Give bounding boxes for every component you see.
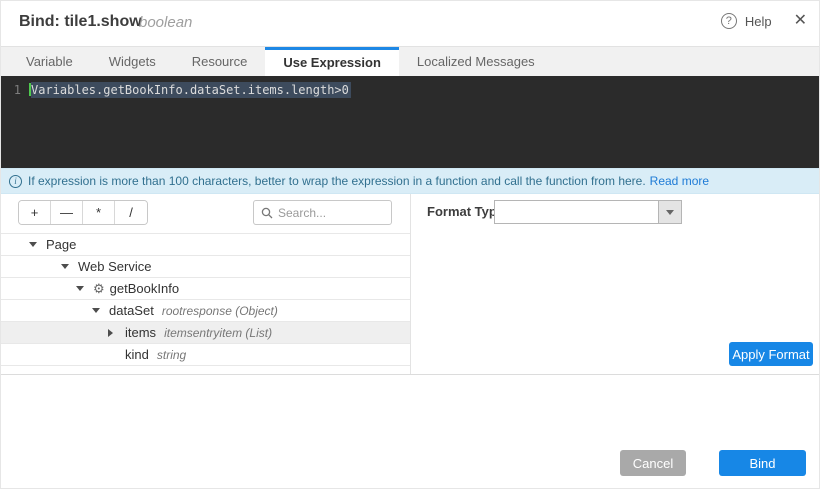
- operator-minus-button[interactable]: —: [51, 201, 83, 224]
- tree-node-label: dataSet: [109, 303, 154, 318]
- operator-button-group: +—*/: [18, 200, 148, 225]
- tree-node-label: kind: [125, 347, 149, 362]
- line-number: 1: [1, 83, 29, 97]
- bind-dialog: Bind: tile1.show boolean ? Help ✕ Variab…: [0, 0, 820, 489]
- tab-use-expression[interactable]: Use Expression: [265, 47, 399, 76]
- tree-node-type: itemsentryitem (List): [164, 326, 272, 340]
- operator-divide-button[interactable]: /: [115, 201, 147, 224]
- read-more-link[interactable]: Read more: [650, 174, 709, 188]
- tree-node-items[interactable]: items itemsentryitem (List): [1, 322, 410, 344]
- search-box: [253, 200, 392, 225]
- tab-variable[interactable]: Variable: [8, 47, 91, 76]
- close-icon[interactable]: ✕: [794, 13, 807, 29]
- format-type-selected-value: [495, 201, 658, 223]
- expand-arrow-icon[interactable]: [76, 286, 93, 291]
- expression-toolbar: +—*/: [1, 200, 410, 226]
- format-panel: Format Type Apply Format: [410, 194, 820, 374]
- variables-panel: +—*/ PageWeb Service ⚙ getBookInfo dataSet r…: [1, 194, 410, 374]
- tree-node-dataset[interactable]: dataSet rootresponse (Object): [1, 300, 410, 322]
- expand-arrow-icon[interactable]: [29, 242, 46, 247]
- info-message: If expression is more than 100 character…: [28, 174, 646, 188]
- search-icon: [261, 207, 273, 219]
- bound-property-type: boolean: [139, 14, 192, 31]
- tree-node-page[interactable]: Page: [1, 234, 410, 256]
- title-bar: Bind: tile1.show boolean ? Help ✕: [1, 1, 820, 46]
- expand-arrow-icon[interactable]: [92, 308, 109, 313]
- variables-tree: PageWeb Service ⚙ getBookInfo dataSet rootre…: [1, 233, 410, 366]
- expression-code: Variables.getBookInfo.dataSet.items.leng…: [29, 83, 351, 97]
- help-link[interactable]: Help: [745, 14, 772, 29]
- tree-node-label: items: [125, 325, 156, 340]
- web-service-icon: ⚙: [93, 282, 105, 295]
- expression-text: Variables.getBookInfo.dataSet.items.leng…: [31, 82, 351, 98]
- dialog-title: Bind: tile1.show: [19, 13, 142, 31]
- content-footer-divider: [1, 374, 820, 375]
- tab-bar: VariableWidgetsResourceUse ExpressionLoc…: [1, 46, 820, 76]
- editor-line: 1 Variables.getBookInfo.dataSet.items.le…: [1, 76, 820, 97]
- select-arrow-box[interactable]: [658, 201, 681, 223]
- tree-node-kind[interactable]: kind string: [1, 344, 410, 366]
- tree-node-label: Page: [46, 237, 76, 252]
- apply-format-button[interactable]: Apply Format: [729, 342, 813, 366]
- main-content: +—*/ PageWeb Service ⚙ getBookInfo dataSet r…: [1, 194, 820, 374]
- chevron-down-icon: [666, 210, 674, 215]
- tree-node-getbookinfo[interactable]: ⚙ getBookInfo: [1, 278, 410, 300]
- search-input[interactable]: [278, 206, 384, 220]
- info-icon: i: [9, 175, 22, 188]
- help-icon[interactable]: ?: [721, 13, 737, 29]
- cancel-button[interactable]: Cancel: [620, 450, 686, 476]
- expression-editor[interactable]: 1 Variables.getBookInfo.dataSet.items.le…: [1, 76, 820, 168]
- format-type-select[interactable]: [494, 200, 682, 224]
- tab-localized-messages[interactable]: Localized Messages: [399, 47, 553, 76]
- tree-node-web-service[interactable]: Web Service: [1, 256, 410, 278]
- tab-widgets[interactable]: Widgets: [91, 47, 174, 76]
- tree-node-type: string: [157, 348, 186, 362]
- tree-node-label: Web Service: [78, 259, 151, 274]
- info-bar: i If expression is more than 100 charact…: [1, 168, 820, 194]
- tree-node-type: rootresponse (Object): [162, 304, 278, 318]
- tab-resource[interactable]: Resource: [174, 47, 266, 76]
- operator-multiply-button[interactable]: *: [83, 201, 115, 224]
- bind-button[interactable]: Bind: [719, 450, 806, 476]
- expand-arrow-icon[interactable]: [61, 264, 78, 269]
- collapse-arrow-icon[interactable]: [108, 329, 125, 337]
- operator-plus-button[interactable]: +: [19, 201, 51, 224]
- format-type-label: Format Type: [427, 204, 504, 219]
- tree-node-label: getBookInfo: [110, 281, 179, 296]
